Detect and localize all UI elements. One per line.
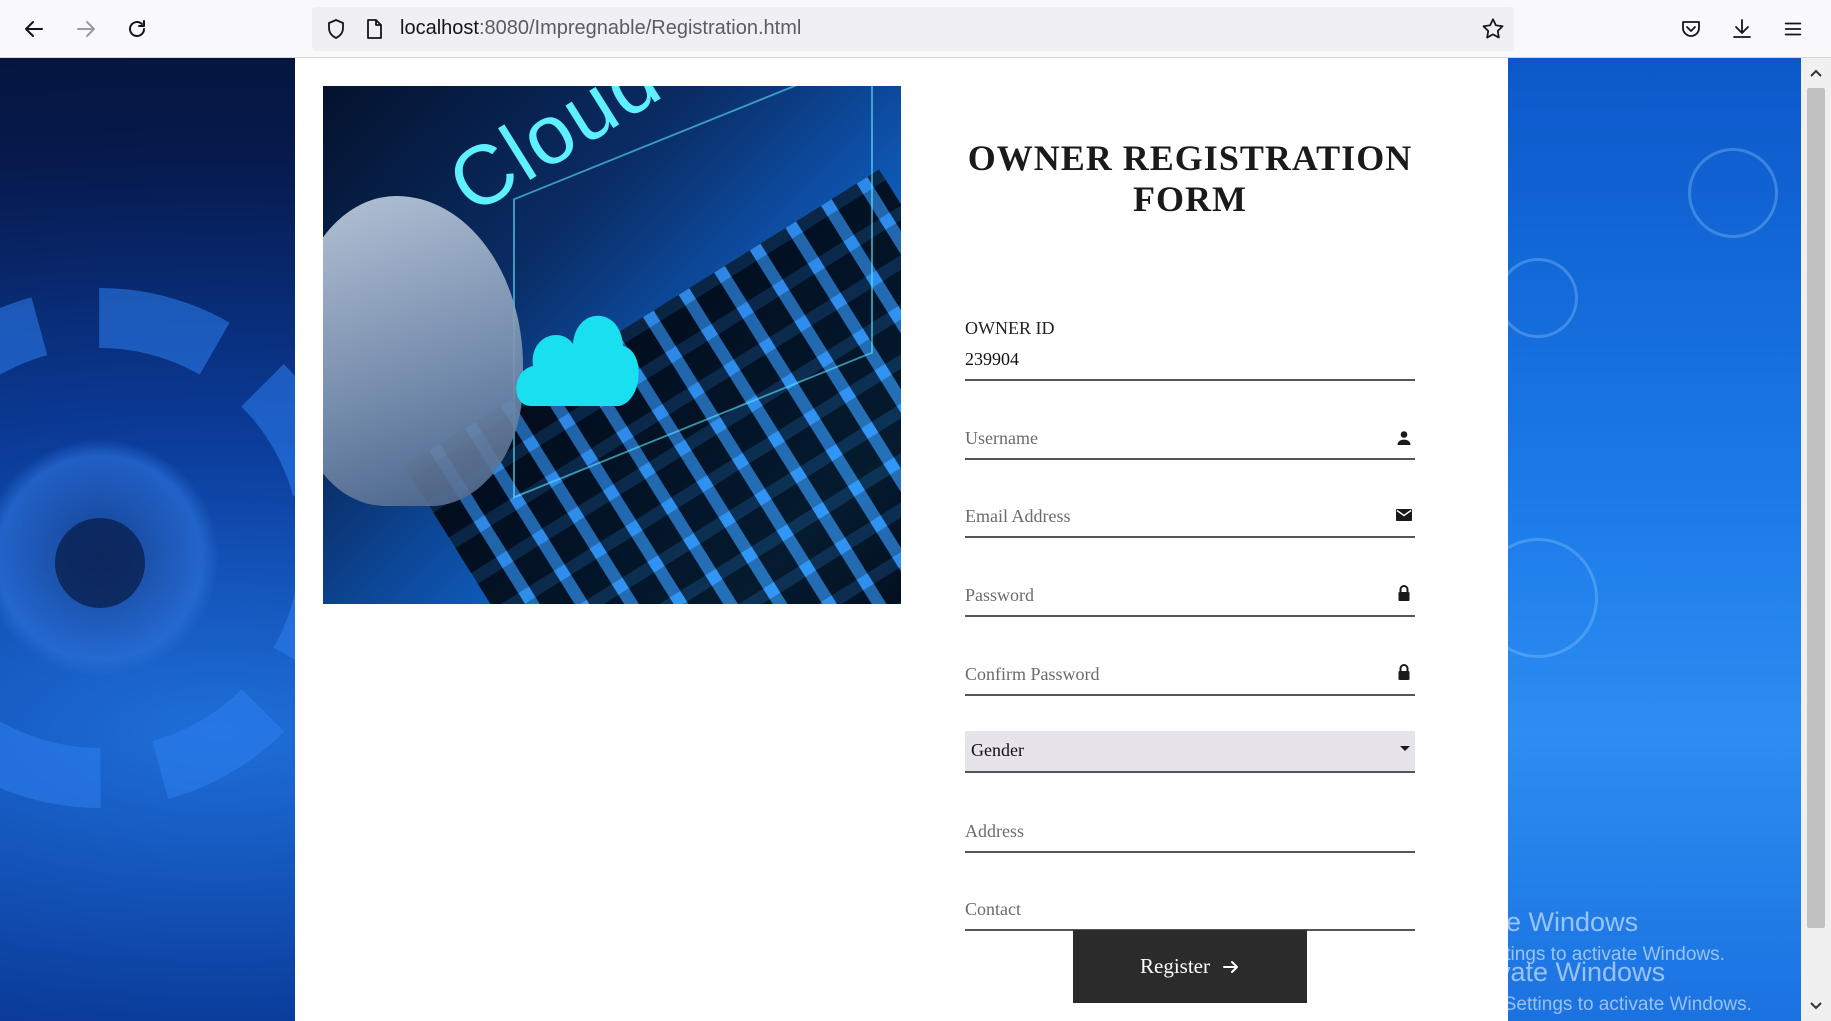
form-title-line2: FORM	[1133, 179, 1247, 219]
watermark-title: Activate Windows	[1425, 907, 1639, 937]
browser-toolbar: localhost:8080/Impregnable/Registration.…	[0, 0, 1831, 58]
pocket-icon	[1682, 21, 1700, 37]
form-title: OWNER REGISTRATION FORM	[965, 138, 1415, 220]
email-field[interactable]: Email Address	[965, 496, 1415, 538]
circuit-decoration	[1688, 148, 1778, 238]
hero-image: Cloud	[323, 86, 901, 604]
user-icon	[1397, 431, 1411, 445]
gear-hub-decoration	[55, 518, 145, 608]
url-text[interactable]: localhost:8080/Impregnable/Registration.…	[400, 17, 801, 40]
back-arrow-icon	[25, 21, 43, 37]
page-icon[interactable]	[362, 17, 386, 41]
watermark-title: Activate Windows	[1452, 957, 1666, 987]
lock-icon	[1398, 585, 1410, 601]
password-input[interactable]: Password	[965, 585, 1034, 606]
username-input[interactable]: Username	[965, 428, 1038, 449]
gender-selected-value: Gender	[971, 740, 1024, 760]
owner-id-value[interactable]: 239904	[965, 349, 1019, 370]
url-bar[interactable]: localhost:8080/Impregnable/Registration.…	[312, 7, 1514, 51]
right-background	[1478, 58, 1801, 1021]
envelope-icon	[1396, 509, 1412, 521]
shield-icon[interactable]	[324, 17, 348, 41]
username-field[interactable]: Username	[965, 418, 1415, 460]
register-label: Register	[1140, 954, 1210, 978]
hand-graphic	[323, 196, 523, 506]
form-title-line1: OWNER REGISTRATION	[967, 138, 1413, 178]
register-button[interactable]: Register	[1073, 930, 1307, 1003]
downloads-button[interactable]	[1727, 14, 1757, 44]
back-button[interactable]	[17, 12, 51, 46]
cloud-icon	[516, 315, 639, 406]
circuit-decoration	[1498, 258, 1578, 338]
watermark-subtitle: Go to Settings to activate Windows.	[1452, 994, 1752, 1015]
scroll-up-icon[interactable]	[1809, 66, 1823, 80]
scrollbar-thumb[interactable]	[1807, 88, 1825, 928]
arrow-right-icon	[1222, 960, 1238, 973]
password-field[interactable]: Password	[965, 575, 1415, 617]
forward-button[interactable]	[69, 12, 103, 46]
lock-icon	[1398, 664, 1410, 680]
star-icon[interactable]	[1480, 16, 1506, 42]
url-host: localhost	[400, 17, 479, 39]
owner-id-label: OWNER ID	[965, 318, 1055, 338]
registration-panel: Cloud OWNER REGISTRATION FORM OWNER ID 2…	[295, 58, 1508, 1021]
menu-icon	[1784, 22, 1802, 36]
address-input[interactable]: Address	[965, 821, 1024, 842]
reload-button[interactable]	[120, 12, 154, 46]
scrollbar[interactable]	[1801, 58, 1831, 1021]
confirm-password-field[interactable]: Confirm Password	[965, 654, 1415, 696]
owner-id-field[interactable]: OWNER ID 239904	[965, 316, 1415, 381]
caret-down-icon	[1400, 746, 1410, 751]
download-icon	[1733, 19, 1751, 38]
pocket-button[interactable]	[1676, 14, 1706, 44]
confirm-password-input[interactable]: Confirm Password	[965, 664, 1100, 685]
url-path: :8080/Impregnable/Registration.html	[478, 17, 802, 39]
contact-input[interactable]: Contact	[965, 899, 1021, 920]
email-input[interactable]: Email Address	[965, 506, 1071, 527]
address-field[interactable]: Address	[965, 811, 1415, 853]
reload-icon	[129, 20, 145, 37]
forward-arrow-icon	[77, 21, 95, 37]
gender-select[interactable]: Gender	[965, 731, 1415, 773]
contact-field[interactable]: Contact	[965, 889, 1415, 931]
menu-button[interactable]	[1778, 14, 1808, 44]
scroll-down-icon[interactable]	[1809, 999, 1823, 1013]
